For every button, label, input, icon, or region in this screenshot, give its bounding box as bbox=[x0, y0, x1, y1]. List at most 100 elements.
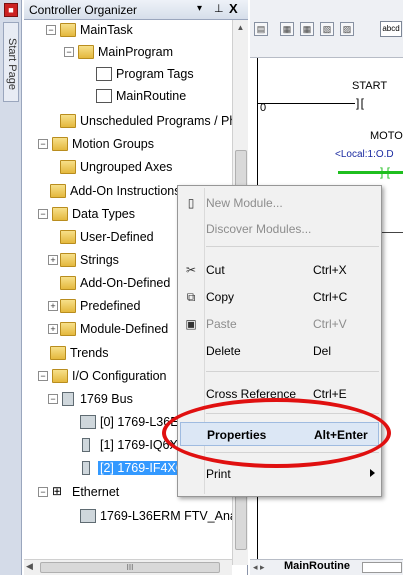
collapse-icon[interactable]: − bbox=[38, 209, 48, 219]
folder-icon bbox=[52, 369, 68, 383]
menu-item-shortcut: Ctrl+E bbox=[313, 387, 347, 401]
tree-node-main-program[interactable]: − MainProgram bbox=[64, 42, 232, 64]
edit-mode-box[interactable]: abcd bbox=[380, 21, 402, 37]
tree-node-label: 1769-L36ERM FTV_Analo bbox=[100, 509, 232, 523]
toolbar-icon[interactable]: ▦ bbox=[300, 22, 314, 36]
folder-icon bbox=[52, 137, 68, 151]
tree-node-label: Ethernet bbox=[72, 485, 120, 499]
tree-node-label: Motion Groups bbox=[72, 137, 154, 151]
menu-item-label: Paste bbox=[206, 317, 237, 331]
menu-item-print[interactable]: Print bbox=[180, 462, 379, 486]
tree-node-main-routine[interactable]: MainRoutine bbox=[96, 86, 232, 108]
tree-node-label: Program Tags bbox=[116, 67, 194, 81]
editor-toolbar: ▤ ▦ ▦ ▧ ▨ abcd bbox=[250, 0, 403, 58]
toolbar-icon[interactable]: ▨ bbox=[340, 22, 354, 36]
task-icon bbox=[60, 23, 76, 37]
program-icon bbox=[78, 45, 94, 59]
io-module-icon bbox=[82, 461, 90, 475]
tree-node-label: Unscheduled Programs / Ph bbox=[80, 114, 232, 128]
scroll-left-icon[interactable]: ◀ bbox=[26, 561, 33, 572]
folder-icon bbox=[60, 276, 76, 290]
moto-tag-label: MOTO bbox=[370, 130, 403, 142]
menu-item-label: Discover Modules... bbox=[206, 222, 312, 236]
folder-icon bbox=[52, 207, 68, 221]
side-tab-strip: ■ Start Page bbox=[0, 0, 22, 575]
collapse-icon[interactable]: − bbox=[48, 394, 58, 404]
app-logo-icon: ■ bbox=[4, 3, 18, 17]
bus-icon bbox=[62, 392, 74, 406]
tree-node-main-task[interactable]: − MainTask bbox=[46, 20, 226, 42]
xic-contact[interactable]: ] [ bbox=[356, 96, 364, 110]
tree-node-label: MainRoutine bbox=[116, 89, 187, 103]
tree-node-ethernet-module[interactable]: 1769-L36ERM FTV_Analo bbox=[80, 506, 232, 528]
context-menu: ▯ New Module... Discover Modules... ✂ Cu… bbox=[177, 185, 382, 497]
tree-node-label: MainTask bbox=[80, 23, 133, 37]
menu-item-copy[interactable]: ⧉ Copy Ctrl+C bbox=[180, 285, 379, 309]
menu-separator bbox=[206, 371, 379, 372]
menu-item-delete[interactable]: Delete Del bbox=[180, 339, 379, 363]
menu-item-discover-modules[interactable]: Discover Modules... bbox=[180, 217, 379, 241]
collapse-icon[interactable]: − bbox=[64, 47, 74, 57]
menu-item-label: Cut bbox=[206, 263, 225, 277]
tree-node-label: Add-On-Defined bbox=[80, 276, 171, 290]
menu-item-paste[interactable]: ▣ Paste Ctrl+V bbox=[180, 312, 379, 336]
tree-node-unscheduled-programs[interactable]: Unscheduled Programs / Ph bbox=[60, 111, 232, 133]
menu-item-shortcut: Ctrl+V bbox=[313, 317, 347, 331]
menu-item-label: Cross Reference bbox=[206, 387, 297, 401]
menu-separator bbox=[206, 246, 379, 247]
menu-item-cross-reference[interactable]: Cross Reference Ctrl+E bbox=[180, 382, 379, 406]
folder-icon bbox=[60, 230, 76, 244]
tree-node-program-tags[interactable]: Program Tags bbox=[96, 64, 232, 86]
tree-node-ungrouped-axes[interactable]: Ungrouped Axes bbox=[60, 157, 232, 179]
tab-scroll-icon[interactable]: ◂ ▸ bbox=[253, 562, 265, 573]
collapse-icon[interactable]: − bbox=[38, 371, 48, 381]
tree-node-label: Trends bbox=[70, 346, 109, 360]
start-tag-label: START bbox=[352, 80, 388, 92]
tab-scroll-box[interactable] bbox=[362, 562, 402, 573]
toolbar-icon[interactable]: ▦ bbox=[280, 22, 294, 36]
tags-icon bbox=[96, 67, 112, 81]
copy-icon: ⧉ bbox=[186, 290, 196, 304]
collapse-icon[interactable]: − bbox=[38, 139, 48, 149]
collapse-icon[interactable]: − bbox=[38, 487, 48, 497]
menu-item-label: Copy bbox=[206, 290, 235, 304]
toolbar-icon[interactable]: ▤ bbox=[254, 22, 268, 36]
folder-icon bbox=[50, 346, 66, 360]
collapse-icon[interactable]: − bbox=[46, 25, 56, 35]
new-module-icon: ▯ bbox=[187, 196, 195, 210]
expand-icon[interactable]: + bbox=[48, 255, 58, 265]
tree-node-label: User-Defined bbox=[80, 230, 154, 244]
dropdown-icon[interactable]: ▾ bbox=[197, 3, 202, 14]
menu-item-shortcut: Ctrl+X bbox=[313, 263, 347, 277]
io-module-icon bbox=[82, 438, 90, 452]
tree-node-motion-groups[interactable]: − Motion Groups bbox=[38, 134, 232, 156]
menu-item-new-module[interactable]: ▯ New Module... bbox=[180, 191, 379, 215]
close-icon[interactable]: X bbox=[229, 1, 238, 16]
menu-separator bbox=[206, 413, 379, 414]
local-address-label: <Local:1:O.D bbox=[335, 149, 394, 160]
toolbar-icon[interactable]: ▧ bbox=[320, 22, 334, 36]
energized-contact[interactable]: ] [ bbox=[380, 165, 390, 179]
folder-icon bbox=[60, 322, 76, 336]
network-icon: ⊞ bbox=[52, 484, 63, 498]
energized-wire bbox=[338, 171, 403, 174]
tree-node-label: 1769 Bus bbox=[80, 392, 133, 406]
scroll-thumb[interactable]: III bbox=[40, 562, 220, 573]
pin-icon[interactable]: ⊥ bbox=[214, 2, 224, 15]
tree-node-label: I/O Configuration bbox=[72, 369, 167, 383]
menu-item-properties[interactable]: Properties Alt+Enter bbox=[180, 422, 379, 446]
menu-item-label: Properties bbox=[207, 428, 267, 442]
tree-node-label: [0] 1769-L36E bbox=[100, 415, 179, 429]
expand-icon[interactable]: + bbox=[48, 324, 58, 334]
tree-node-label: Add-On Instructions bbox=[70, 184, 181, 198]
scroll-up-icon[interactable]: ▲ bbox=[233, 20, 248, 36]
tree-horizontal-scrollbar[interactable]: ◀ III bbox=[24, 559, 232, 575]
main-routine-tab[interactable]: MainRoutine bbox=[284, 560, 350, 572]
tree-node-label: [1] 1769-IQ6X bbox=[100, 438, 178, 452]
start-page-tab[interactable]: Start Page bbox=[3, 22, 19, 102]
expand-icon[interactable]: + bbox=[48, 301, 58, 311]
routine-icon bbox=[96, 89, 112, 103]
tree-node-label: Ungrouped Axes bbox=[80, 160, 173, 174]
menu-item-cut[interactable]: ✂ Cut Ctrl+X bbox=[180, 258, 379, 282]
tree-node-label: MainProgram bbox=[98, 45, 174, 59]
